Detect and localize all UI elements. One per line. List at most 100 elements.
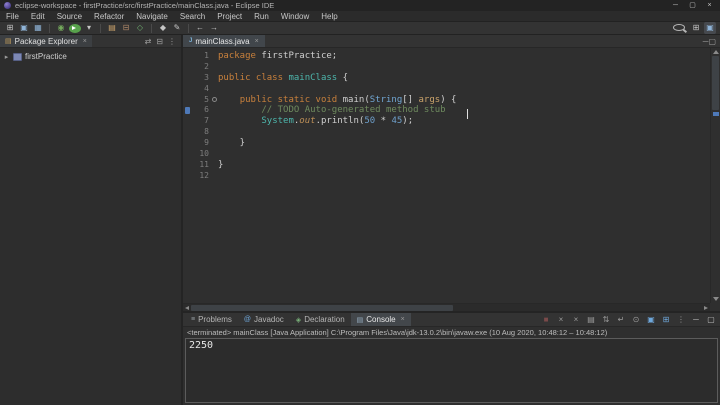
menu-search[interactable]: Search: [174, 11, 211, 22]
code-token: }: [218, 160, 223, 170]
code-line[interactable]: 11}: [183, 160, 710, 171]
tab-console[interactable]: ▤Console×: [351, 313, 411, 326]
scroll-down-icon[interactable]: [713, 297, 719, 301]
open-type-icon[interactable]: ◆: [157, 22, 169, 34]
chevron-right-icon[interactable]: ▸: [3, 53, 10, 61]
menu-help[interactable]: Help: [315, 11, 343, 22]
maximize-view-icon[interactable]: ▢: [705, 314, 717, 326]
code-line[interactable]: 5 public static void main(String[] args)…: [183, 95, 710, 106]
remove-launch-icon[interactable]: ×: [555, 314, 567, 326]
menu-window[interactable]: Window: [275, 11, 315, 22]
code-line[interactable]: 6 // TODO Auto-generated method stub: [183, 105, 710, 116]
minimize-window-button[interactable]: ─: [667, 0, 684, 11]
scroll-right-icon[interactable]: [704, 306, 708, 310]
clear-console-icon[interactable]: ▤: [585, 314, 597, 326]
pin-console-icon[interactable]: ⊙: [630, 314, 642, 326]
menu-edit[interactable]: Edit: [25, 11, 51, 22]
code-line[interactable]: 9 }: [183, 138, 710, 149]
annotation-gutter[interactable]: [183, 105, 192, 116]
save-all-icon[interactable]: ▦: [32, 22, 44, 34]
close-icon[interactable]: ×: [83, 38, 87, 45]
menu-project[interactable]: Project: [211, 11, 248, 22]
menu-refactor[interactable]: Refactor: [88, 11, 130, 22]
menu-source[interactable]: Source: [51, 11, 88, 22]
close-window-button[interactable]: ×: [701, 0, 718, 11]
close-icon[interactable]: ×: [401, 316, 405, 323]
annotation-gutter[interactable]: [183, 127, 192, 138]
open-console-icon[interactable]: ⊞: [660, 314, 672, 326]
new-package-icon[interactable]: ⊟: [120, 22, 132, 34]
code-line[interactable]: 12: [183, 171, 710, 182]
tab-declaration[interactable]: ◈Declaration: [290, 313, 351, 326]
annotation-gutter[interactable]: [183, 95, 192, 106]
code-text: }: [218, 160, 223, 171]
tab-mainclass-java[interactable]: J mainClass.java ×: [183, 35, 265, 47]
tab-problems[interactable]: ≡Problems: [185, 313, 238, 326]
annotation-gutter[interactable]: [183, 116, 192, 127]
annotation-gutter[interactable]: [183, 160, 192, 171]
editor-tab-label: mainClass.java: [195, 37, 249, 46]
code-line[interactable]: 8: [183, 127, 710, 138]
code-token: );: [402, 116, 413, 126]
code-line[interactable]: 4: [183, 84, 710, 95]
menu-navigate[interactable]: Navigate: [130, 11, 174, 22]
tab-package-explorer[interactable]: ▤ Package Explorer ×: [0, 35, 92, 47]
tree-item-firstpractice[interactable]: ▸firstPractice: [0, 50, 181, 63]
code-line[interactable]: 7 System.out.println(50 * 45);: [183, 116, 710, 127]
view-menu-icon[interactable]: ⋮: [168, 35, 176, 48]
annotation-gutter[interactable]: [183, 138, 192, 149]
new-class-icon[interactable]: ◇: [134, 22, 146, 34]
collapse-all-icon[interactable]: ⊟: [156, 35, 163, 48]
vertical-scrollbar-thumb[interactable]: [712, 56, 719, 110]
toolbar-right: ⊞▣: [672, 22, 716, 34]
line-number: 4: [192, 84, 209, 95]
code-line[interactable]: 2: [183, 62, 710, 73]
open-perspective-icon[interactable]: ⊞: [690, 22, 702, 34]
save-icon[interactable]: ▣: [18, 22, 30, 34]
code-editor[interactable]: 1package firstPractice;23public class ma…: [183, 48, 720, 311]
todo-marker-tick[interactable]: [713, 112, 719, 116]
maximize-view-icon[interactable]: ▢: [708, 35, 716, 48]
annotation-gutter[interactable]: [183, 171, 192, 182]
annotation-gutter[interactable]: [183, 51, 192, 62]
run-history-icon[interactable]: ▾: [83, 22, 95, 34]
display-selected-console-icon[interactable]: ▣: [645, 314, 657, 326]
search-icon[interactable]: [673, 24, 685, 31]
console-view-menu-icon[interactable]: ⋮: [675, 314, 687, 326]
link-with-editor-icon[interactable]: ⇄: [145, 35, 152, 48]
menu-file[interactable]: File: [0, 11, 25, 22]
remove-all-launches-icon[interactable]: ×: [570, 314, 582, 326]
new-wizard-icon[interactable]: ⊞: [4, 22, 16, 34]
debug-icon[interactable]: ◉: [55, 22, 67, 34]
code-line[interactable]: 3public class mainClass {: [183, 73, 710, 84]
annotation-gutter[interactable]: [183, 62, 192, 73]
toolbar-left: ⊞▣▦ ◉ ▾ ▤⊟◇ ◆✎ ←→: [4, 22, 220, 34]
menu-run[interactable]: Run: [248, 11, 275, 22]
back-icon[interactable]: ←: [194, 22, 206, 34]
minimize-view-icon[interactable]: ─: [690, 314, 702, 326]
main-area: ▤ Package Explorer × ⇄⊟⋮ ▸firstPractice …: [0, 35, 720, 405]
horizontal-scrollbar-thumb[interactable]: [191, 305, 453, 311]
toolbar-separator: [100, 24, 101, 33]
tab-javadoc[interactable]: @Javadoc: [238, 313, 290, 326]
annotation-gutter[interactable]: [183, 149, 192, 160]
maximize-window-button[interactable]: ▢: [684, 0, 701, 11]
java-perspective-icon[interactable]: ▣: [704, 22, 716, 34]
code-line[interactable]: 1package firstPractice;: [183, 51, 710, 62]
annotation-gutter[interactable]: [183, 73, 192, 84]
annotation-gutter[interactable]: [183, 84, 192, 95]
close-icon[interactable]: ×: [255, 38, 259, 45]
scroll-lock-icon[interactable]: ⇅: [600, 314, 612, 326]
scroll-left-icon[interactable]: [185, 306, 189, 310]
code-line[interactable]: 10: [183, 149, 710, 160]
new-java-project-icon[interactable]: ▤: [106, 22, 118, 34]
overview-ruler[interactable]: [710, 48, 720, 303]
forward-icon[interactable]: →: [208, 22, 220, 34]
scroll-up-icon[interactable]: [713, 50, 719, 54]
terminate-icon[interactable]: ■: [540, 314, 552, 326]
run-icon[interactable]: [69, 24, 81, 33]
console-output[interactable]: 2250: [185, 338, 718, 403]
horizontal-scrollbar[interactable]: [183, 303, 710, 311]
word-wrap-icon[interactable]: ↵: [615, 314, 627, 326]
mark-occurrences-icon[interactable]: ✎: [171, 22, 183, 34]
